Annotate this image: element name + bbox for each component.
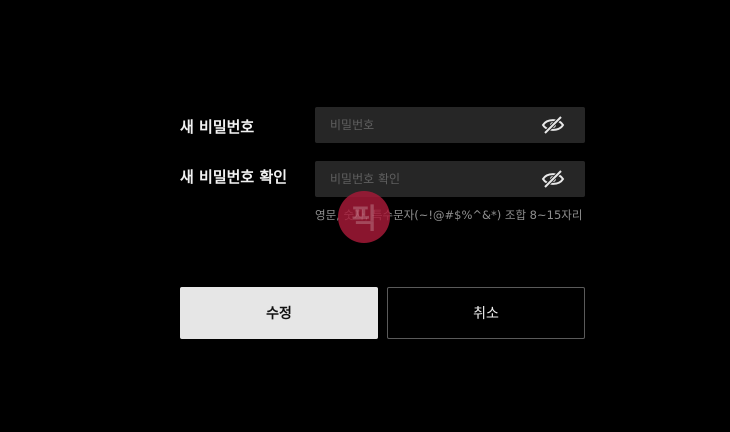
- watermark-badge: 픽: [338, 191, 390, 243]
- confirm-password-input[interactable]: [315, 161, 535, 197]
- eye-slash-icon[interactable]: [541, 114, 565, 136]
- confirm-password-label: 새 비밀번호 확인: [180, 168, 288, 186]
- eye-slash-icon[interactable]: [541, 168, 565, 190]
- password-change-form: 새 비밀번호 새 비밀번호 확인 영문, 숫자, 특수문자(~!@#$%^&*)…: [0, 0, 730, 432]
- new-password-label: 새 비밀번호: [180, 118, 255, 136]
- cancel-button[interactable]: 취소: [387, 287, 585, 339]
- new-password-field-container: [315, 107, 585, 143]
- submit-button[interactable]: 수정: [180, 287, 378, 339]
- new-password-input[interactable]: [315, 107, 535, 143]
